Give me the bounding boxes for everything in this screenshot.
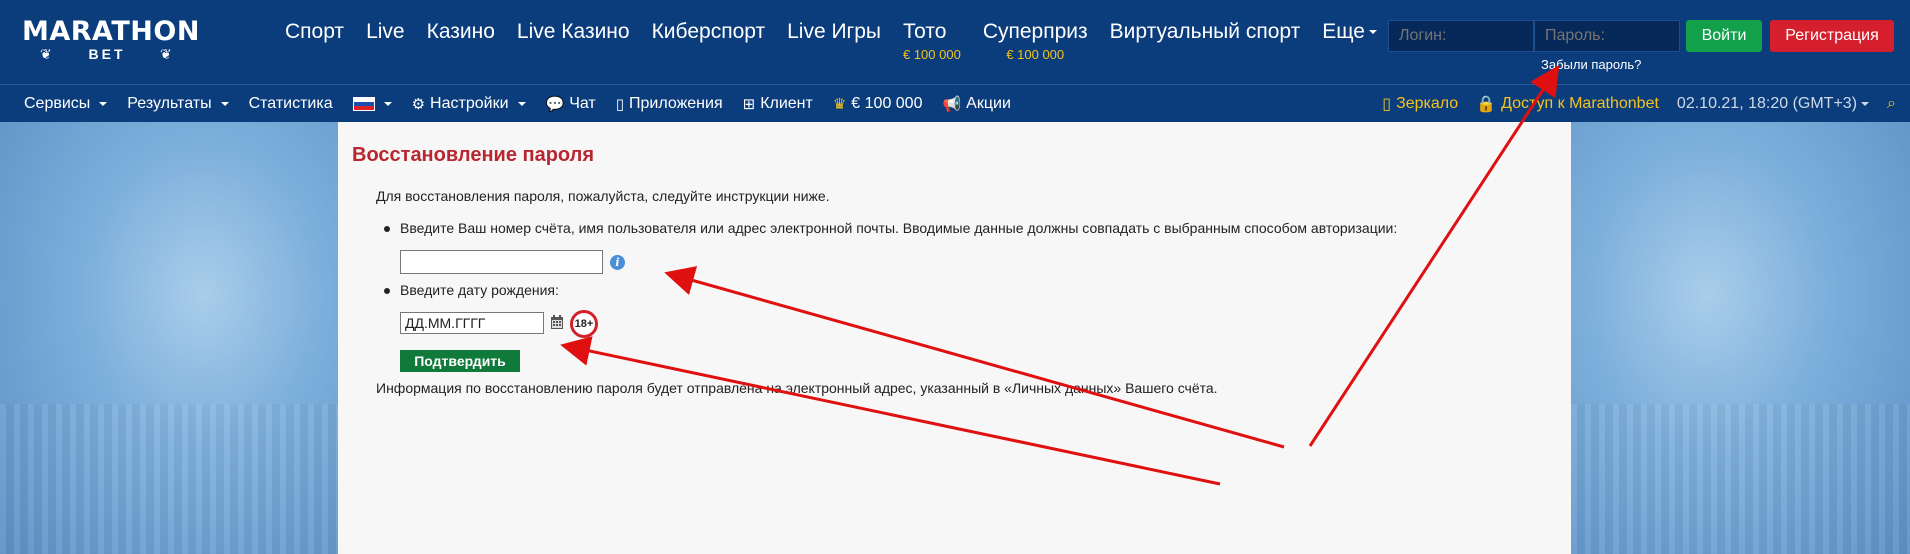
- subnav-client[interactable]: ⊞ Клиент: [733, 95, 823, 113]
- chat-icon: 💬: [545, 96, 565, 113]
- nav-more[interactable]: Еще: [1311, 20, 1388, 64]
- nav-casino[interactable]: Казино: [416, 20, 506, 64]
- gear-icon: ⚙: [411, 96, 426, 113]
- mirror-link[interactable]: ▯ Зеркало: [1382, 94, 1458, 114]
- access-link[interactable]: 🔒 Доступ к Marathonbet: [1476, 94, 1659, 114]
- stadium-background-right: [1571, 122, 1910, 554]
- stadium-background-left: [0, 122, 338, 554]
- nav-live-casino[interactable]: Live Казино: [506, 20, 641, 64]
- birthdate-input[interactable]: [400, 312, 544, 334]
- password-recovery-panel: Восстановление пароля Для восстановления…: [338, 122, 1571, 554]
- login-input[interactable]: [1388, 20, 1534, 52]
- logo-text: MARATHON: [22, 16, 200, 47]
- subnav-chat[interactable]: 💬 Чат: [536, 95, 606, 113]
- chevron-down-icon: [99, 102, 108, 106]
- register-button[interactable]: Регистрация: [1770, 20, 1894, 52]
- top-header: MARATHON ❦ BET ❦ Спорт Live Казино Live …: [0, 0, 1910, 84]
- lock-icon: 🔒: [1476, 96, 1497, 113]
- subnav-results[interactable]: Результаты: [117, 95, 238, 113]
- info-icon[interactable]: i: [610, 255, 625, 270]
- secondary-nav-left: Сервисы Результаты Статистика ⚙ Настройки…: [14, 85, 1021, 123]
- login-button[interactable]: Войти: [1686, 20, 1762, 52]
- calendar-icon[interactable]: [550, 315, 564, 330]
- nav-esports[interactable]: Киберспорт: [641, 20, 777, 64]
- windows-icon: ⊞: [742, 96, 756, 113]
- forgot-password-link[interactable]: Забыли пароль?: [1541, 57, 1641, 72]
- confirm-button[interactable]: Подтвердить: [400, 350, 520, 372]
- subnav-statistics[interactable]: Статистика: [239, 95, 343, 113]
- step-account-label: Введите Ваш номер счёта, имя пользовател…: [384, 220, 1397, 236]
- laurel-right-icon: ❦: [160, 46, 172, 62]
- subnav-language[interactable]: [343, 97, 402, 111]
- step-birthdate-label: Введите дату рождения:: [384, 282, 559, 298]
- trophy-icon: ♛: [832, 96, 847, 113]
- secondary-nav-right: ▯ Зеркало 🔒 Доступ к Marathonbet 02.10.21,…: [1382, 85, 1896, 123]
- subnav-jackpot[interactable]: ♛ € 100 000: [823, 95, 933, 113]
- secondary-nav: Сервисы Результаты Статистика ⚙ Настройки…: [0, 84, 1910, 122]
- marathonbet-logo[interactable]: MARATHON ❦ BET ❦: [22, 16, 200, 66]
- recovery-intro: Для восстановления пароля, пожалуйста, с…: [376, 188, 830, 204]
- superprize-jackpot: € 100 000: [1006, 47, 1065, 62]
- nav-superprize[interactable]: Суперприз € 100 000: [972, 20, 1099, 64]
- phone-icon: ▯: [615, 96, 624, 113]
- main-nav: Спорт Live Казино Live Казино Киберспорт…: [274, 20, 1388, 64]
- account-input[interactable]: [400, 250, 603, 274]
- page-title: Восстановление пароля: [352, 144, 595, 166]
- subnav-apps[interactable]: ▯ Приложения: [606, 95, 733, 113]
- datetime-timezone[interactable]: 02.10.21, 18:20 (GMT+3): [1677, 95, 1870, 113]
- chevron-down-icon: [1368, 30, 1377, 35]
- chevron-down-icon: [517, 102, 526, 106]
- age-18-plus-icon: 18+: [570, 310, 598, 338]
- search-icon[interactable]: ⌕: [1887, 95, 1896, 113]
- subnav-promotions[interactable]: 📢 Акции: [932, 95, 1020, 113]
- nav-toto[interactable]: Тото € 100 000: [892, 20, 972, 64]
- russia-flag-icon: [352, 97, 375, 111]
- subnav-services[interactable]: Сервисы: [14, 95, 117, 113]
- nav-live[interactable]: Live: [355, 20, 416, 64]
- nav-live-games[interactable]: Live Игры: [776, 20, 892, 64]
- megaphone-icon: 📢: [942, 96, 962, 113]
- recovery-note: Информация по восстановлению пароля буде…: [376, 380, 1218, 396]
- password-input[interactable]: [1534, 20, 1680, 52]
- mirror-icon: ▯: [1382, 96, 1392, 113]
- nav-sport[interactable]: Спорт: [274, 20, 355, 64]
- nav-virtual-sport[interactable]: Виртуальный спорт: [1099, 20, 1312, 64]
- chevron-down-icon: [220, 102, 229, 106]
- subnav-settings[interactable]: ⚙ Настройки: [402, 95, 536, 113]
- toto-jackpot: € 100 000: [902, 47, 961, 62]
- chevron-down-icon: [383, 102, 392, 106]
- chevron-down-icon: [1861, 101, 1870, 106]
